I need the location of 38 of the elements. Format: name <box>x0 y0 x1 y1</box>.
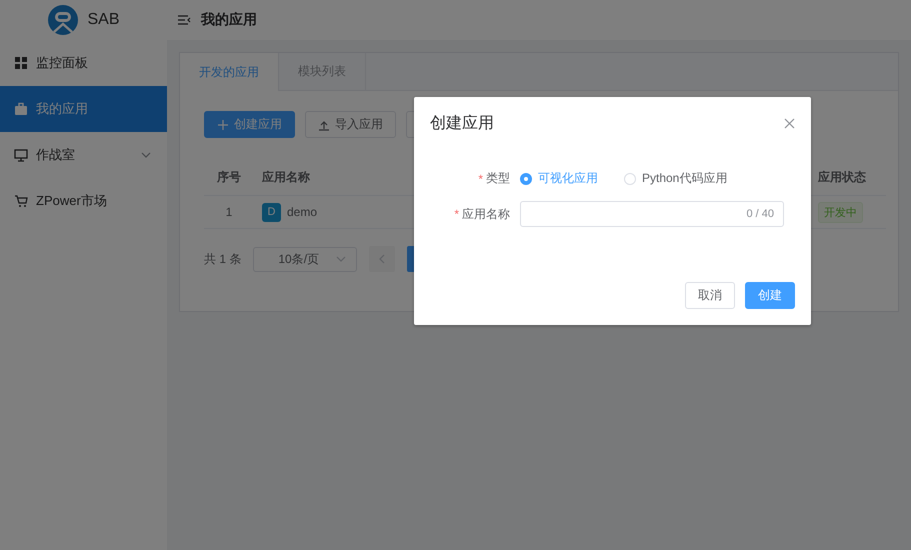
close-icon[interactable] <box>784 118 795 129</box>
character-counter: 0 / 40 <box>746 208 774 220</box>
radio-option[interactable]: 可视化应用 <box>520 170 598 187</box>
table-cell: 1 <box>204 196 254 228</box>
briefcase-icon <box>14 102 28 116</box>
upload-icon <box>318 118 330 130</box>
required-mark: * <box>478 172 483 186</box>
field-label: 应用名称 <box>462 206 510 222</box>
chevron-down-icon <box>336 256 346 262</box>
chevron-left-icon <box>379 254 386 264</box>
sidebar-item[interactable]: ZPower市场 <box>0 178 167 224</box>
sidebar-item[interactable]: 作战室 <box>0 132 167 178</box>
sidebar-item[interactable]: 我的应用 <box>0 86 167 132</box>
confirm-button[interactable]: 创建 <box>745 282 795 309</box>
app-name: demo <box>287 205 318 219</box>
page-title: 我的应用 <box>201 11 257 29</box>
logo-icon <box>47 4 80 36</box>
app-avatar: D <box>262 202 281 222</box>
total-count: 共 1 条 <box>204 250 242 268</box>
sidebar-item[interactable]: 监控面板 <box>0 40 167 86</box>
menu-icon[interactable] <box>177 14 191 26</box>
field-label: 类型 <box>486 170 510 187</box>
logo-text: SAB <box>87 11 120 29</box>
plus-icon <box>217 118 229 130</box>
radio-button[interactable] <box>520 172 532 184</box>
cancel-button[interactable]: 取消 <box>685 282 735 309</box>
create-button[interactable]: 创建应用 <box>204 111 295 138</box>
grid-icon <box>14 56 28 70</box>
monitor-icon <box>14 148 28 162</box>
import-button[interactable]: 导入应用 <box>305 111 396 138</box>
column-header: 序号 <box>204 160 254 196</box>
tab[interactable]: 开发的应用 <box>180 53 279 91</box>
cart-icon <box>14 194 28 208</box>
page-size-select[interactable]: 10条/页 <box>253 246 358 272</box>
dialog-title: 创建应用 <box>430 114 494 134</box>
input-field[interactable]: 0 / 40 <box>520 201 784 227</box>
required-mark: * <box>454 207 459 221</box>
status-tag: 开发中 <box>818 202 863 222</box>
